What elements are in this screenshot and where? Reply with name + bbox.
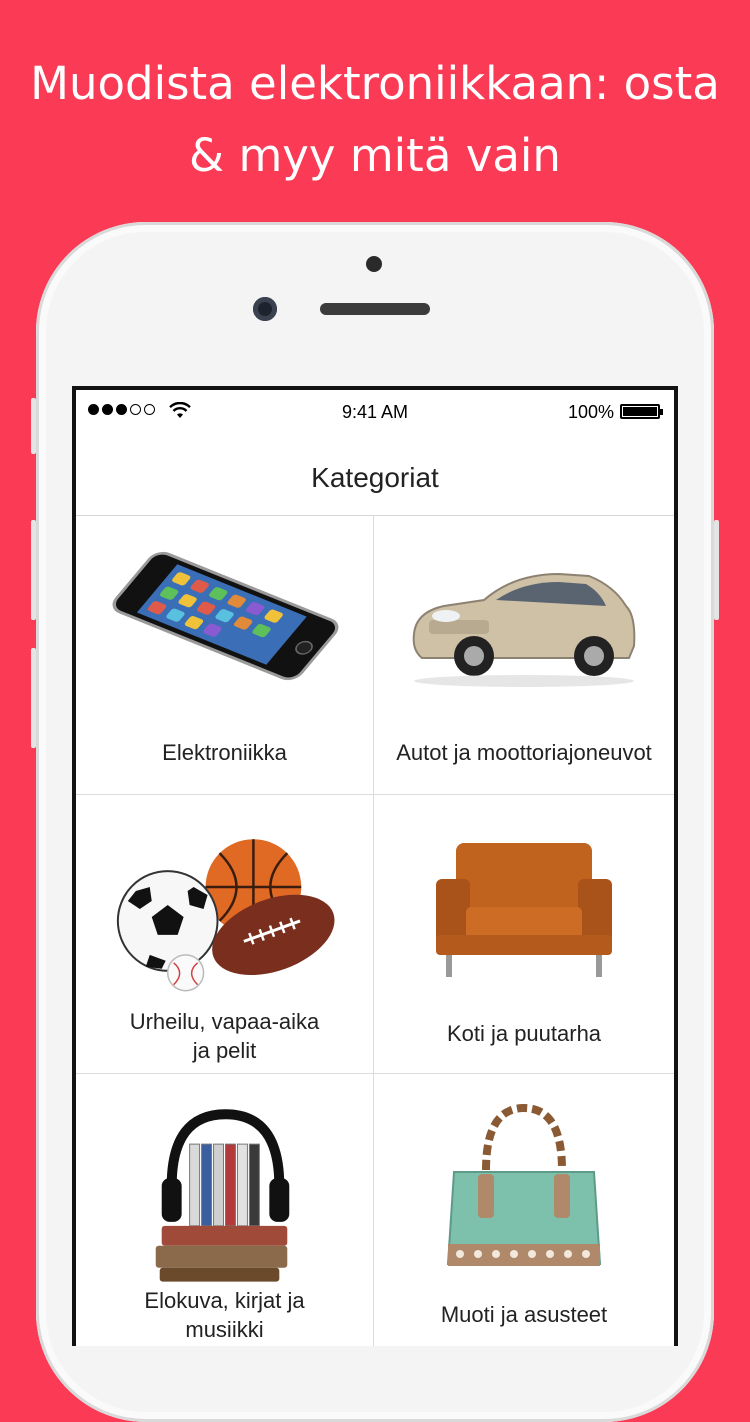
handbag-icon: [446, 1103, 602, 1266]
category-label: Elektroniikka: [162, 740, 287, 765]
category-movies-books-music[interactable]: Elokuva, kirjat ja musiikki: [76, 1074, 374, 1346]
category-sports[interactable]: Urheilu, vapaa-aika ja pelit: [76, 795, 374, 1074]
smartphone-icon: [112, 551, 339, 681]
phone-power-button: [714, 520, 719, 620]
status-bar: 9:41 AM 100%: [76, 390, 674, 430]
battery-percentage: 100%: [567, 402, 614, 422]
category-cars[interactable]: Autot ja moottoriajoneuvot: [374, 516, 674, 795]
page-title: Kategoriat: [311, 462, 439, 493]
phone-screen: 9:41 AM 100% Kategoriat Elektroniikka Au…: [72, 386, 678, 1346]
category-fashion[interactable]: Muoti ja asusteet: [374, 1074, 674, 1346]
headline-line-1: Muodista elektroniikkaan: osta: [30, 57, 720, 110]
battery-icon: [620, 404, 663, 419]
headline-line-2: & myy mitä vain: [189, 129, 561, 182]
earpiece-speaker: [320, 303, 430, 315]
phone-volume-down: [31, 648, 36, 748]
category-label: Elokuva, kirjat ja musiikki: [144, 1288, 305, 1342]
front-camera: [253, 297, 277, 321]
navigation-bar: Kategoriat: [76, 430, 674, 516]
category-home-garden[interactable]: Koti ja puutarha: [374, 795, 674, 1074]
category-label: Muoti ja asusteet: [440, 1302, 608, 1327]
category-label: Autot ja moottoriajoneuvot: [396, 740, 652, 765]
headline: Muodista elektroniikkaan: osta & myy mit…: [0, 48, 750, 192]
proximity-sensor: [366, 256, 382, 272]
headphones-books-icon: [155, 1109, 290, 1282]
armchair-icon: [436, 843, 612, 977]
category-label: Koti ja puutarha: [446, 1021, 602, 1046]
sports-balls-icon: [116, 839, 335, 992]
category-electronics[interactable]: Elektroniikka: [76, 516, 374, 795]
category-label: Urheilu, vapaa-aika ja pelit: [129, 1009, 320, 1063]
car-icon: [412, 572, 636, 687]
phone-volume-up: [31, 520, 36, 620]
phone-mute-switch: [31, 398, 36, 454]
